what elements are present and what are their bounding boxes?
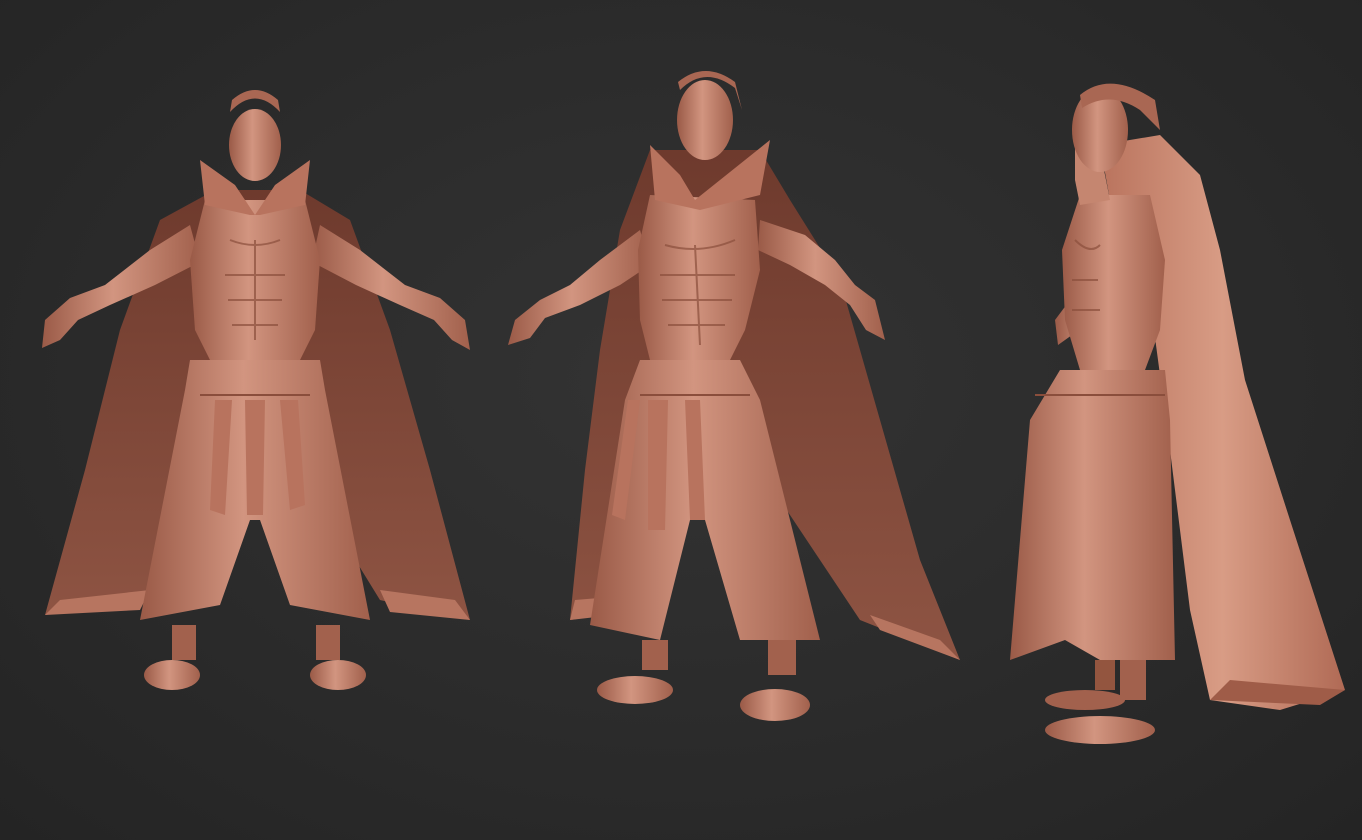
head (229, 109, 281, 181)
character-turnaround (42, 71, 1345, 744)
left-foot (597, 676, 673, 704)
right-foot (1045, 690, 1125, 710)
skirt (1010, 370, 1175, 660)
left-foot (144, 660, 200, 690)
head (677, 80, 733, 160)
render-viewport (0, 0, 1362, 840)
right-foot (740, 689, 810, 721)
front-view-figure (42, 90, 470, 690)
right-foot (310, 660, 366, 690)
left-foot (1045, 716, 1155, 744)
three-quarter-view-figure (508, 71, 960, 721)
torso (1062, 195, 1165, 370)
side-view-figure (1010, 83, 1345, 744)
